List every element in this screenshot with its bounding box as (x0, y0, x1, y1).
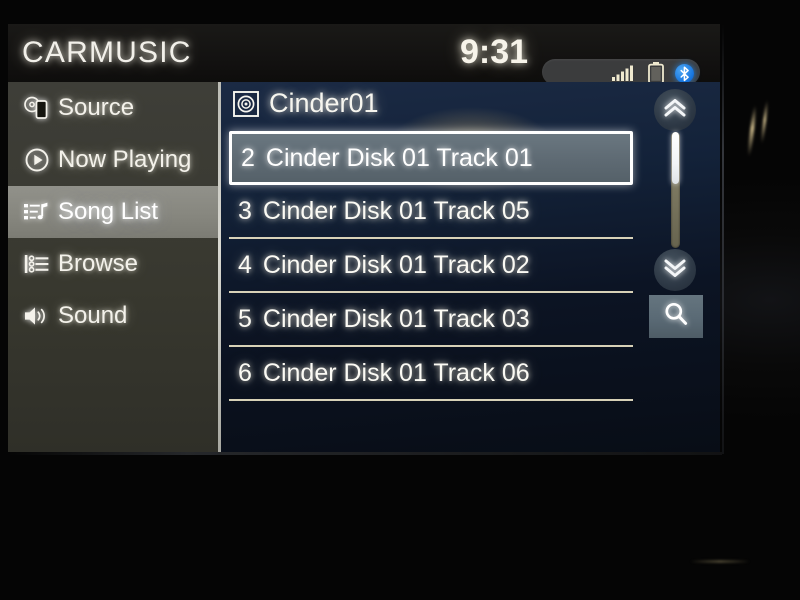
sidebar: Source Now Playing Song List Browse Soun… (8, 82, 218, 452)
sidebar-item-label: Sound (58, 302, 128, 329)
browse-list-icon (22, 251, 52, 277)
signal-bars-icon (612, 65, 636, 81)
track-list: 2 Cinder Disk 01 Track 01 3 Cinder Disk … (229, 131, 633, 449)
photo-frame: CARMUSIC 9:31 Source Now Playing Song Li… (0, 0, 800, 600)
track-title: Cinder Disk 01 Track 05 (262, 196, 530, 225)
track-row[interactable]: 4 Cinder Disk 01 Track 02 (229, 239, 633, 293)
title-bar: CARMUSIC 9:31 (8, 24, 720, 85)
sidebar-item-sound[interactable]: Sound (8, 290, 218, 342)
track-title: Cinder Disk 01 Track 02 (262, 250, 530, 279)
infotainment-screen: CARMUSIC 9:31 Source Now Playing Song Li… (8, 24, 720, 452)
sidebar-item-source[interactable]: Source (8, 82, 218, 134)
search-button[interactable] (649, 295, 703, 338)
song-list-icon (22, 199, 52, 225)
scroll-up-button[interactable] (654, 89, 696, 131)
sidebar-item-label: Now Playing (58, 146, 192, 173)
sidebar-item-label: Browse (58, 250, 139, 277)
sidebar-item-label: Source (58, 94, 135, 121)
scrollbar-thumb[interactable] (672, 132, 679, 184)
bezel-edge-sheen (722, 24, 724, 454)
track-number: 2 (241, 143, 255, 172)
disc-icon (233, 90, 259, 117)
sidebar-item-browse[interactable]: Browse (8, 238, 218, 290)
double-chevron-down-icon (662, 257, 688, 284)
clock: 9:31 (460, 33, 529, 71)
bezel-reflection-2 (760, 99, 769, 145)
track-title: Cinder Disk 01 Track 03 (262, 304, 530, 333)
scroll-down-button[interactable] (654, 249, 696, 291)
track-row[interactable]: 6 Cinder Disk 01 Track 06 (229, 347, 633, 401)
bezel-reflection-1 (746, 104, 758, 158)
track-number: 6 (238, 358, 252, 387)
double-chevron-up-icon (662, 97, 688, 124)
track-title: Cinder Disk 01 Track 06 (262, 358, 530, 387)
folder-name: Cinder01 (269, 88, 379, 118)
sidebar-item-label: Song List (58, 198, 159, 225)
track-number: 3 (238, 196, 252, 225)
scrollbar-track[interactable] (671, 132, 680, 248)
search-icon (662, 300, 690, 333)
track-number: 4 (238, 250, 252, 279)
track-row[interactable]: 5 Cinder Disk 01 Track 03 (229, 293, 633, 347)
track-row[interactable]: 3 Cinder Disk 01 Track 05 (229, 185, 633, 239)
track-title: Cinder Disk 01 Track 01 (265, 143, 533, 172)
folder-header: Cinder01 (233, 88, 379, 119)
sidebar-item-song-list[interactable]: Song List (8, 186, 218, 238)
sidebar-item-now-playing[interactable]: Now Playing (8, 134, 218, 186)
battery-icon (648, 62, 664, 85)
content-panel: Cinder01 2 Cinder Disk 01 Track 01 3 Cin… (221, 82, 720, 452)
track-number: 5 (238, 304, 252, 333)
bezel-lower-glint (690, 560, 750, 563)
bezel-bottom-sheen (8, 452, 722, 455)
bluetooth-icon (675, 64, 694, 83)
disc-device-icon (22, 95, 52, 121)
play-circle-icon (22, 147, 52, 173)
speaker-icon (22, 303, 52, 329)
track-row[interactable]: 2 Cinder Disk 01 Track 01 (229, 131, 633, 185)
page-title: CARMUSIC (22, 36, 192, 69)
